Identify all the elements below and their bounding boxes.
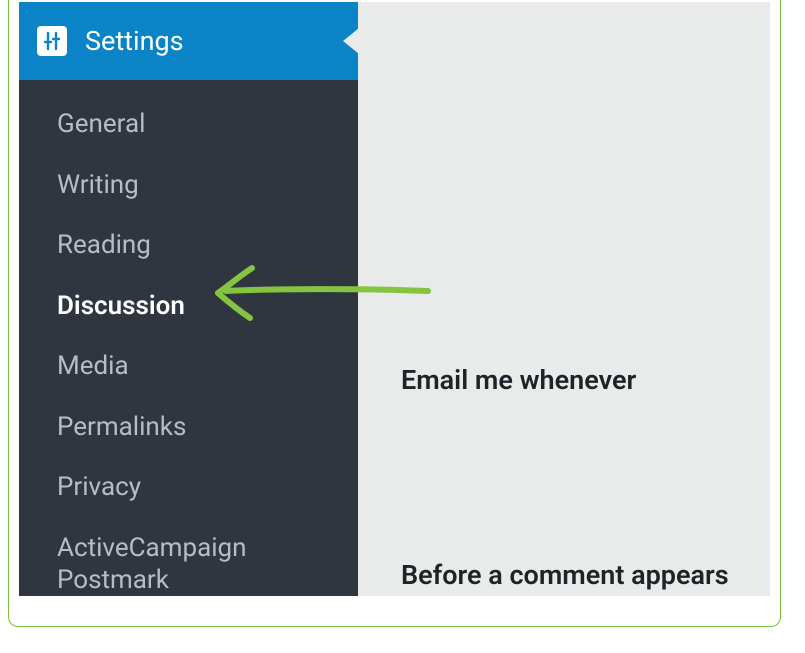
sidebar-item-media[interactable]: Media [19, 336, 358, 397]
sidebar-item-permalinks[interactable]: Permalinks [19, 397, 358, 458]
sidebar-item-activecampaign-postmark[interactable]: ActiveCampaign Postmark [19, 518, 358, 597]
settings-sliders-icon [37, 26, 67, 56]
sidebar-item-privacy[interactable]: Privacy [19, 457, 358, 518]
before-comment-appears-heading: Before a comment appears [401, 559, 729, 591]
sidebar-header-label: Settings [85, 25, 184, 57]
sidebar-header-settings[interactable]: Settings [19, 2, 358, 80]
sidebar-item-reading[interactable]: Reading [19, 215, 358, 276]
admin-sidebar: Settings General Writing Reading Discuss… [19, 2, 358, 596]
sidebar-items: General Writing Reading Discussion Media… [19, 80, 358, 596]
sidebar-item-discussion[interactable]: Discussion [19, 276, 358, 337]
settings-content-area: Email me whenever Before a comment appea… [358, 2, 770, 596]
sidebar-item-general[interactable]: General [19, 94, 358, 155]
open-flyout-arrow-icon [343, 28, 359, 54]
screenshot-frame: Settings General Writing Reading Discuss… [8, 0, 781, 627]
sidebar-item-writing[interactable]: Writing [19, 155, 358, 216]
screenshot-inner: Settings General Writing Reading Discuss… [19, 2, 770, 596]
email-me-whenever-heading: Email me whenever [401, 364, 636, 396]
